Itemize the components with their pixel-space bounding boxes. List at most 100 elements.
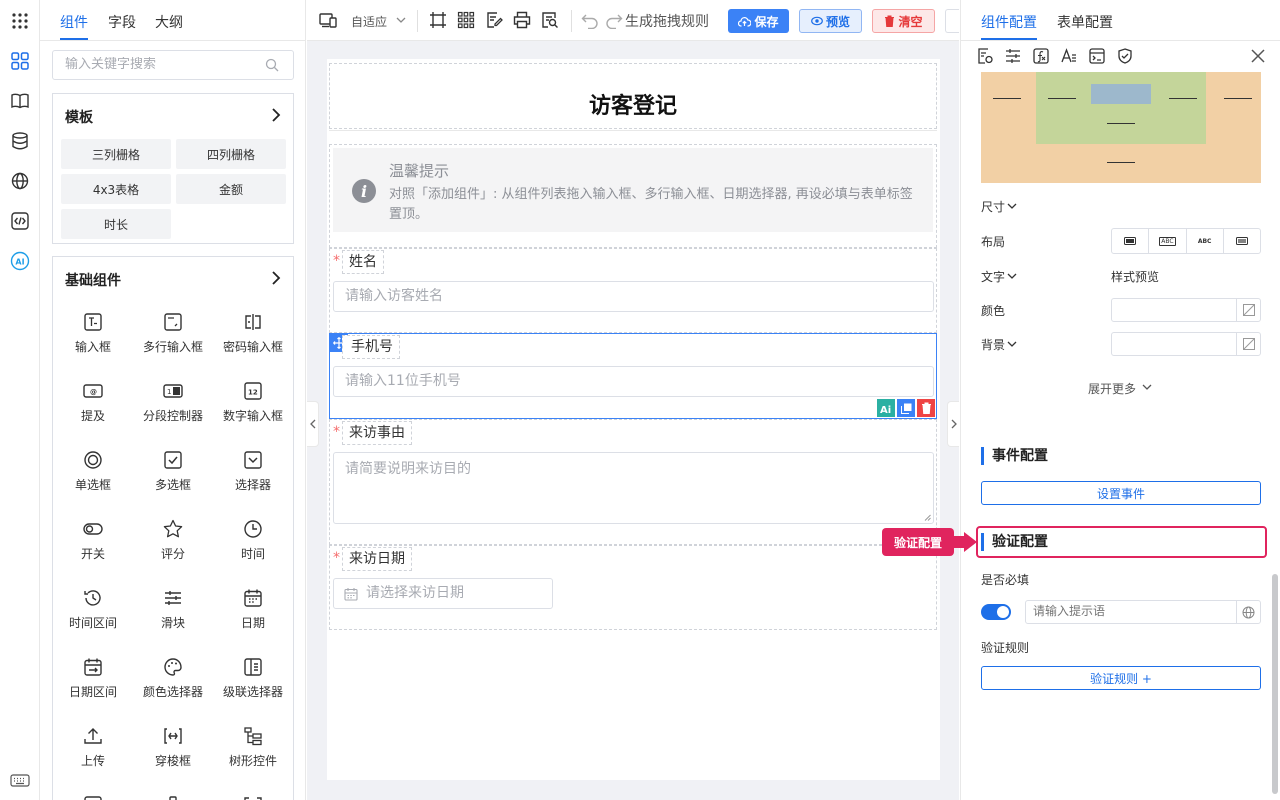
required-toggle[interactable] — [981, 604, 1011, 620]
comp-date-range[interactable]: 日期区间 — [53, 647, 133, 707]
color-picker-trigger[interactable] — [1236, 299, 1260, 321]
comp-password[interactable]: 密码输入框 — [213, 302, 293, 362]
comp-number[interactable]: 12 数字输入框 — [213, 371, 293, 431]
print-icon[interactable] — [513, 11, 531, 29]
reason-field[interactable] — [333, 452, 934, 524]
chevron-down-icon[interactable] — [396, 17, 406, 24]
comp-upload[interactable]: 上传 — [53, 716, 133, 776]
template-duration[interactable]: 时长 — [61, 209, 171, 239]
scrollbar-thumb[interactable] — [1272, 574, 1278, 794]
chevron-down-icon[interactable] — [1007, 273, 1017, 280]
code-block-icon[interactable] — [1089, 48, 1105, 64]
margin-left-value[interactable] — [993, 98, 1021, 99]
i18n-button[interactable] — [1236, 601, 1260, 623]
name-field[interactable] — [333, 281, 934, 312]
phone-input[interactable] — [345, 373, 905, 389]
padding-bottom-value[interactable] — [1107, 123, 1135, 124]
reason-field-block[interactable]: * 来访事由 — [329, 419, 937, 545]
text-label[interactable]: 文字 — [981, 268, 1005, 285]
comp-radio[interactable]: 单选框 — [53, 440, 133, 500]
code-icon[interactable] — [9, 210, 31, 232]
clear-button[interactable]: 清空 — [872, 9, 935, 33]
props-icon[interactable] — [977, 48, 993, 64]
comp-time-range[interactable]: 时间区间 — [53, 578, 133, 638]
undo-icon[interactable] — [581, 11, 599, 29]
padding-left-value[interactable] — [1048, 98, 1076, 99]
tab-components[interactable]: 组件 — [60, 12, 88, 32]
redo-icon[interactable] — [605, 11, 623, 29]
shield-check-icon[interactable] — [1117, 48, 1133, 64]
comp-color-picker[interactable]: 颜色选择器 — [133, 647, 213, 707]
component-search-input[interactable] — [65, 57, 255, 72]
apps-grid-icon[interactable] — [9, 10, 31, 32]
phone-field-block-selected[interactable]: 手机号 Ai — [329, 333, 937, 419]
resize-handle-icon[interactable] — [924, 514, 931, 521]
comp-transfer[interactable]: 穿梭框 — [133, 716, 213, 776]
phone-field[interactable] — [333, 366, 934, 397]
generate-drag-rule[interactable]: 生成拖拽规则 — [625, 11, 709, 31]
set-event-button[interactable]: 设置事件 — [981, 481, 1261, 505]
comp-time[interactable]: 时间 — [213, 509, 293, 569]
margin-right-value[interactable] — [1224, 98, 1252, 99]
name-field-block[interactable]: * 姓名 — [329, 248, 937, 333]
comp-switch[interactable]: 开关 — [53, 509, 133, 569]
close-icon[interactable] — [1251, 49, 1265, 63]
adaptive-select[interactable]: 自适应 — [351, 13, 387, 30]
chevron-right-icon[interactable] — [271, 108, 281, 122]
comp-slider[interactable]: 滑块 — [133, 578, 213, 638]
device-icon[interactable] — [319, 11, 337, 29]
comp-mention[interactable]: @ 提及 — [53, 371, 133, 431]
margin-bottom-value[interactable] — [1107, 162, 1135, 163]
background-label[interactable]: 背景 — [981, 336, 1005, 353]
text-style-icon[interactable] — [1061, 48, 1077, 64]
template-three-col-grid[interactable]: 三列栅格 — [61, 139, 171, 169]
padding-right-value[interactable] — [1169, 98, 1197, 99]
layout-inline[interactable]: ABC — [1149, 229, 1187, 253]
required-message-input[interactable] — [1033, 604, 1228, 618]
reason-textarea[interactable] — [345, 458, 915, 518]
comp-rate[interactable]: 评分 — [133, 509, 213, 569]
color-input[interactable] — [1111, 298, 1261, 322]
size-label[interactable]: 尺寸 — [981, 198, 1005, 215]
chevron-right-icon[interactable] — [271, 271, 281, 285]
comp-tree[interactable]: 树形控件 — [213, 716, 293, 776]
more-button[interactable] — [945, 9, 959, 33]
grid-dots-icon[interactable] — [457, 11, 475, 29]
date-picker[interactable] — [333, 578, 553, 609]
component-search[interactable] — [52, 50, 294, 80]
collapse-left-toggle[interactable] — [307, 401, 319, 447]
layout-text[interactable]: ABC — [1187, 229, 1224, 253]
ai-icon[interactable]: AI — [9, 250, 31, 272]
expand-more[interactable]: 展开更多 — [1088, 380, 1136, 397]
function-icon[interactable] — [1033, 48, 1049, 64]
globe-icon[interactable] — [9, 170, 31, 192]
database-icon[interactable] — [9, 130, 31, 152]
delete-action[interactable] — [917, 399, 935, 417]
name-input[interactable] — [345, 288, 905, 304]
tab-component-config[interactable]: 组件配置 — [981, 12, 1037, 32]
comp-input[interactable]: 输入框 — [53, 302, 133, 362]
layout-flex[interactable] — [1224, 229, 1260, 253]
keyboard-icon[interactable] — [9, 769, 31, 791]
chevron-down-icon[interactable] — [1142, 384, 1152, 391]
copy-action[interactable] — [897, 399, 915, 417]
save-button[interactable]: 保存 — [728, 9, 789, 33]
layout-segmented[interactable]: ABC ABC — [1111, 228, 1261, 254]
sliders-icon[interactable] — [1005, 48, 1021, 64]
collapse-right-toggle[interactable] — [947, 401, 959, 447]
comp-cascader[interactable]: 级联选择器 — [213, 647, 293, 707]
date-field-block[interactable]: * 来访日期 — [329, 545, 937, 630]
background-input[interactable] — [1111, 332, 1261, 356]
template-amount[interactable]: 金额 — [176, 174, 286, 204]
document-search-icon[interactable] — [541, 11, 559, 29]
edit-document-icon[interactable] — [485, 11, 503, 29]
chevron-down-icon[interactable] — [1007, 203, 1017, 210]
required-message-field[interactable] — [1025, 600, 1261, 624]
chevron-down-icon[interactable] — [1007, 341, 1017, 348]
tab-outline[interactable]: 大纲 — [155, 12, 183, 32]
date-input[interactable] — [366, 585, 546, 601]
ai-action-icon[interactable]: Ai — [877, 399, 895, 417]
comp-checkbox[interactable]: 多选框 — [133, 440, 213, 500]
frame-icon[interactable] — [429, 11, 447, 29]
comp-select[interactable]: 选择器 — [213, 440, 293, 500]
